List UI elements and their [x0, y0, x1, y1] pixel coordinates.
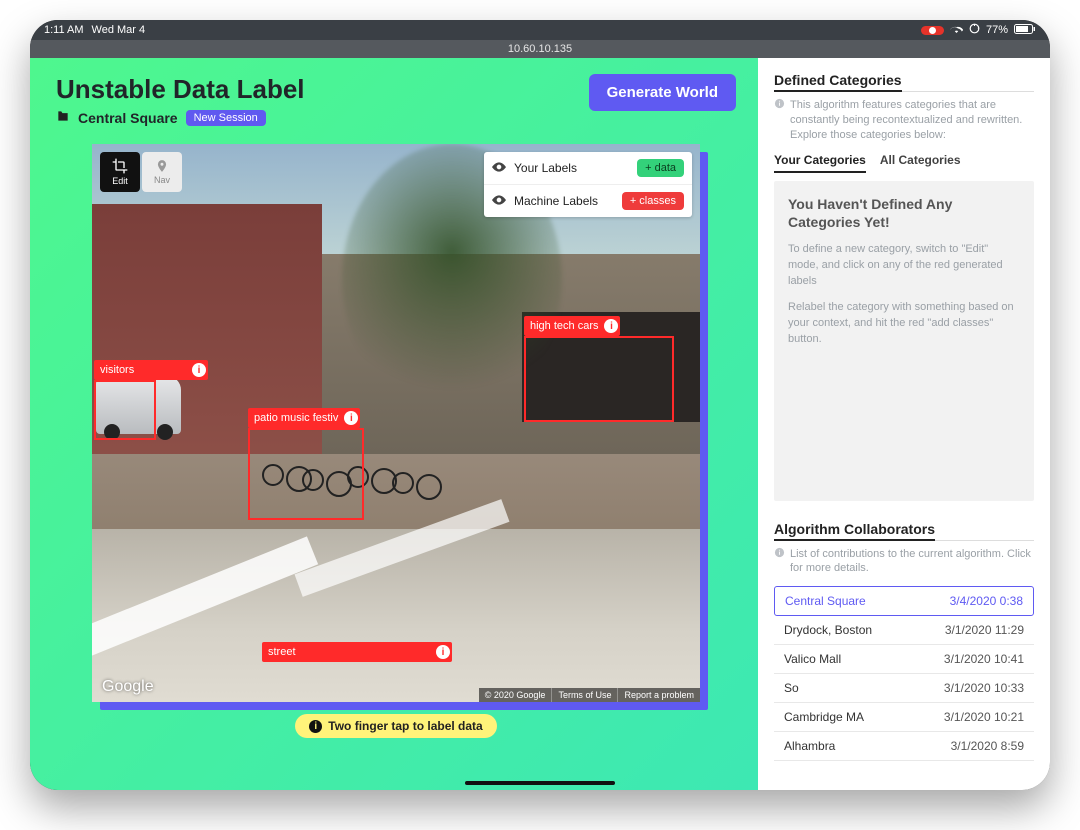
workspace: Unstable Data Label Central Square New S…: [30, 58, 758, 790]
device-frame: 1:11 AM Wed Mar 4 77% 10.60.10.135 Unsta: [30, 20, 1050, 790]
detection-box-visitors[interactable]: visitors i: [94, 380, 156, 440]
tab-your-categories[interactable]: Your Categories: [774, 153, 866, 173]
eye-icon[interactable]: [492, 194, 506, 208]
collaborators-heading: Algorithm Collaborators: [774, 521, 935, 541]
empty-state-title: You Haven't Defined Any Categories Yet!: [788, 195, 1020, 233]
screen-record-indicator: [921, 26, 944, 35]
map-attribution: © 2020 Google Terms of Use Report a prob…: [479, 688, 700, 702]
status-time: 1:11 AM: [44, 24, 84, 36]
collaborator-row[interactable]: Valico Mall 3/1/2020 10:41: [774, 645, 1034, 674]
location-name: Central Square: [78, 110, 178, 126]
legend-machine-labels: Machine Labels: [514, 194, 614, 208]
info-icon[interactable]: i: [604, 319, 618, 333]
map-marker-icon: [56, 109, 70, 126]
session-badge: New Session: [186, 110, 266, 126]
google-logo: Google: [102, 678, 154, 696]
battery-percent: 77%: [986, 24, 1008, 36]
info-icon[interactable]: i: [192, 363, 206, 377]
tab-all-categories[interactable]: All Categories: [880, 153, 961, 173]
url-text: 10.60.10.135: [508, 43, 572, 55]
url-bar[interactable]: 10.60.10.135: [30, 40, 1050, 58]
orientation-lock-icon: [969, 23, 980, 37]
info-icon[interactable]: i: [436, 645, 450, 659]
legend-your-labels: Your Labels: [514, 161, 629, 175]
generate-world-button[interactable]: Generate World: [589, 74, 736, 111]
eye-icon[interactable]: [492, 161, 506, 175]
wifi-icon: [950, 24, 963, 37]
page-title: Unstable Data Label: [56, 74, 305, 105]
location-pin-icon: [155, 159, 169, 173]
map-mode-nav-button[interactable]: Nav: [142, 152, 182, 192]
label-legend-panel: Your Labels + data Machine Labels + clas…: [484, 152, 692, 217]
report-problem-link[interactable]: Report a problem: [617, 688, 700, 702]
info-icon[interactable]: i: [344, 411, 358, 425]
side-panel: Defined Categories This algorithm featur…: [758, 58, 1050, 790]
collaborator-row[interactable]: Drydock, Boston 3/1/2020 11:29: [774, 616, 1034, 645]
add-data-button[interactable]: + data: [637, 159, 684, 177]
battery-icon: [1014, 24, 1036, 37]
info-icon: [774, 547, 785, 577]
info-icon: i: [309, 720, 322, 733]
status-date: Wed Mar 4: [92, 24, 146, 36]
crop-icon: [112, 158, 128, 174]
hint-pill: i Two finger tap to label data: [295, 714, 496, 738]
status-bar: 1:11 AM Wed Mar 4 77%: [30, 20, 1050, 40]
categories-empty-state: You Haven't Defined Any Categories Yet! …: [774, 181, 1034, 501]
info-icon: [774, 98, 785, 143]
collaborator-row[interactable]: So 3/1/2020 10:33: [774, 674, 1034, 703]
collaborators-list: Central Square 3/4/2020 0:38 Drydock, Bo…: [774, 586, 1034, 761]
detection-box-patio[interactable]: patio music festiv i: [248, 428, 364, 520]
home-indicator[interactable]: [465, 781, 615, 785]
map-mode-edit-button[interactable]: Edit: [100, 152, 140, 192]
add-classes-button[interactable]: + classes: [622, 192, 684, 210]
defined-categories-heading: Defined Categories: [774, 72, 902, 92]
collaborator-row[interactable]: Cambridge MA 3/1/2020 10:21: [774, 703, 1034, 732]
collaborator-row[interactable]: Alhambra 3/1/2020 8:59: [774, 732, 1034, 761]
scene-bike: [392, 472, 414, 494]
map-container: Edit Nav Your Labels: [92, 144, 700, 702]
street-view-map[interactable]: Edit Nav Your Labels: [92, 144, 700, 702]
terms-link[interactable]: Terms of Use: [551, 688, 617, 702]
collaborator-row[interactable]: Central Square 3/4/2020 0:38: [774, 586, 1034, 616]
detection-box-cars[interactable]: high tech cars i: [524, 336, 674, 422]
